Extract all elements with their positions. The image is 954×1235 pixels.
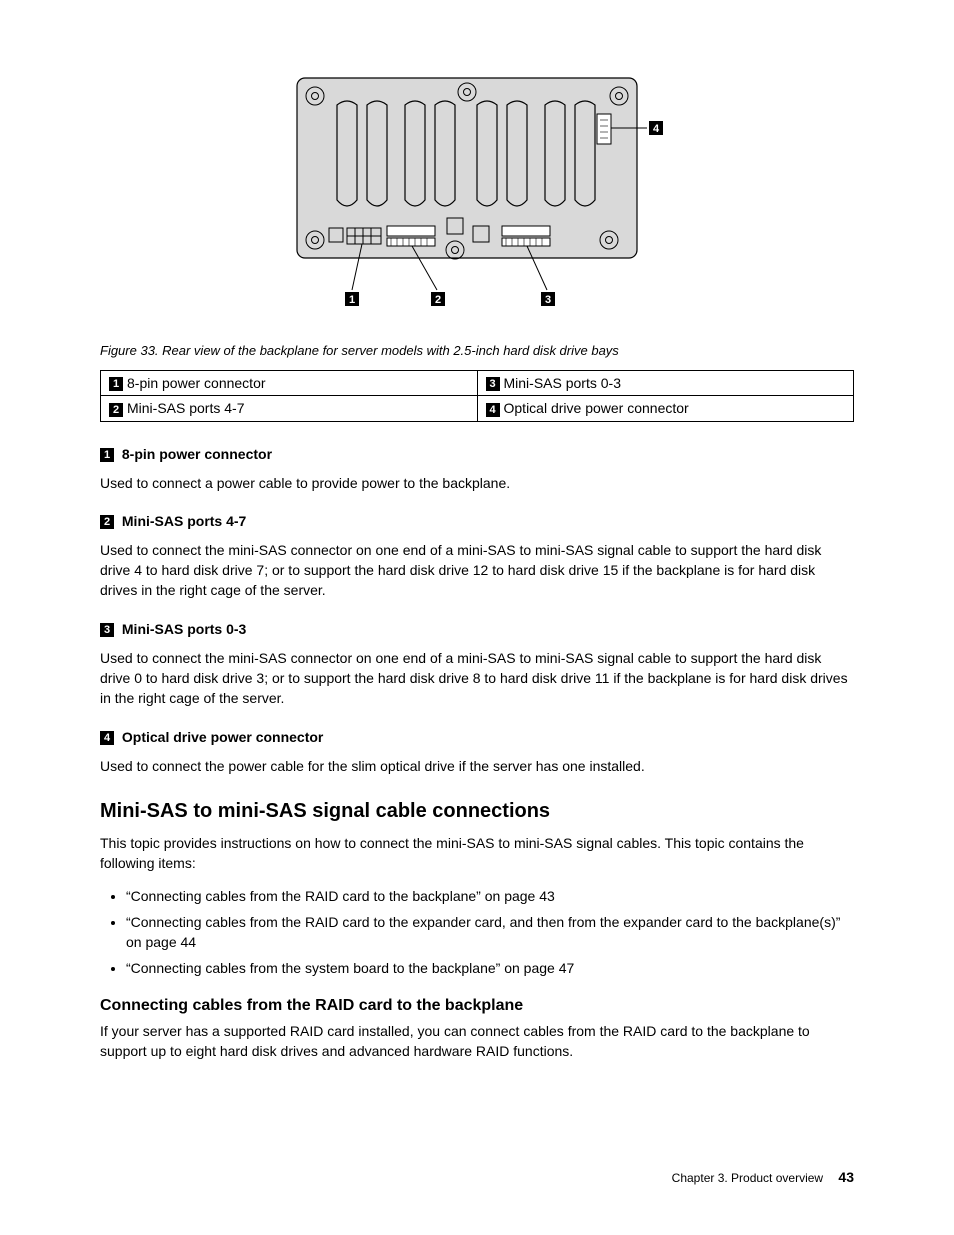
section-title: Mini-SAS ports 4-7	[122, 513, 246, 529]
figure-container: 1 2 3 4	[100, 70, 854, 323]
cell-text: Mini-SAS ports 4-7	[127, 400, 244, 416]
sub-heading: Connecting cables from the RAID card to …	[100, 997, 854, 1015]
cell-text: Mini-SAS ports 0-3	[504, 375, 621, 391]
list-item: “Connecting cables from the RAID card to…	[126, 886, 854, 906]
list-item: “Connecting cables from the system board…	[126, 958, 854, 978]
callout-num-icon: 3	[100, 623, 114, 637]
footer-chapter: Chapter 3. Product overview	[672, 1171, 823, 1185]
cell-text: Optical drive power connector	[504, 400, 689, 416]
section-title: 8-pin power connector	[122, 446, 272, 462]
callout-num-icon: 2	[109, 403, 123, 417]
cell-text: 8-pin power connector	[127, 375, 266, 391]
main-intro: This topic provides instructions on how …	[100, 833, 854, 874]
sub-body: If your server has a supported RAID card…	[100, 1021, 854, 1062]
callout-num-icon: 4	[486, 403, 500, 417]
callout-table: 1 8-pin power connector 3 Mini-SAS ports 0…	[100, 370, 854, 422]
svg-text:2: 2	[435, 294, 441, 306]
section-title: Mini-SAS ports 0-3	[122, 621, 246, 637]
section-heading-4: 4 Optical drive power connector	[100, 729, 854, 746]
callout-num-icon: 1	[100, 448, 114, 462]
backplane-diagram: 1 2 3 4	[287, 70, 667, 320]
footer-page-number: 43	[838, 1169, 854, 1185]
svg-text:3: 3	[545, 294, 551, 306]
section-body: Used to connect a power cable to provide…	[100, 473, 854, 493]
cell-4: 4 Optical drive power connector	[477, 396, 854, 421]
section-heading-1: 1 8-pin power connector	[100, 446, 854, 463]
callout-num-icon: 3	[486, 377, 500, 391]
table-row: 2 Mini-SAS ports 4-7 4 Optical drive power…	[101, 396, 854, 421]
cell-2: 2 Mini-SAS ports 4-7	[101, 396, 478, 421]
figure-caption: Figure 33. Rear view of the backplane fo…	[100, 343, 854, 358]
svg-text:4: 4	[653, 123, 660, 135]
document-page: 1 2 3 4 Figure 33. Rear view of the back…	[0, 0, 954, 1235]
svg-text:1: 1	[349, 294, 355, 306]
section-body: Used to connect the mini-SAS connector o…	[100, 648, 854, 709]
callout-num-icon: 4	[100, 731, 114, 745]
callout-num-icon: 2	[100, 515, 114, 529]
main-heading: Mini-SAS to mini-SAS signal cable connec…	[100, 800, 854, 823]
section-heading-3: 3 Mini-SAS ports 0-3	[100, 621, 854, 638]
section-body: Used to connect the mini-SAS connector o…	[100, 540, 854, 601]
bullet-list: “Connecting cables from the RAID card to…	[100, 886, 854, 979]
section-body: Used to connect the power cable for the …	[100, 756, 854, 776]
callout-num-icon: 1	[109, 377, 123, 391]
cell-3: 3 Mini-SAS ports 0-3	[477, 371, 854, 396]
page-footer: Chapter 3. Product overview 43	[672, 1169, 854, 1185]
list-item: “Connecting cables from the RAID card to…	[126, 912, 854, 953]
section-heading-2: 2 Mini-SAS ports 4-7	[100, 513, 854, 530]
cell-1: 1 8-pin power connector	[101, 371, 478, 396]
section-title: Optical drive power connector	[122, 729, 324, 745]
table-row: 1 8-pin power connector 3 Mini-SAS ports 0…	[101, 371, 854, 396]
